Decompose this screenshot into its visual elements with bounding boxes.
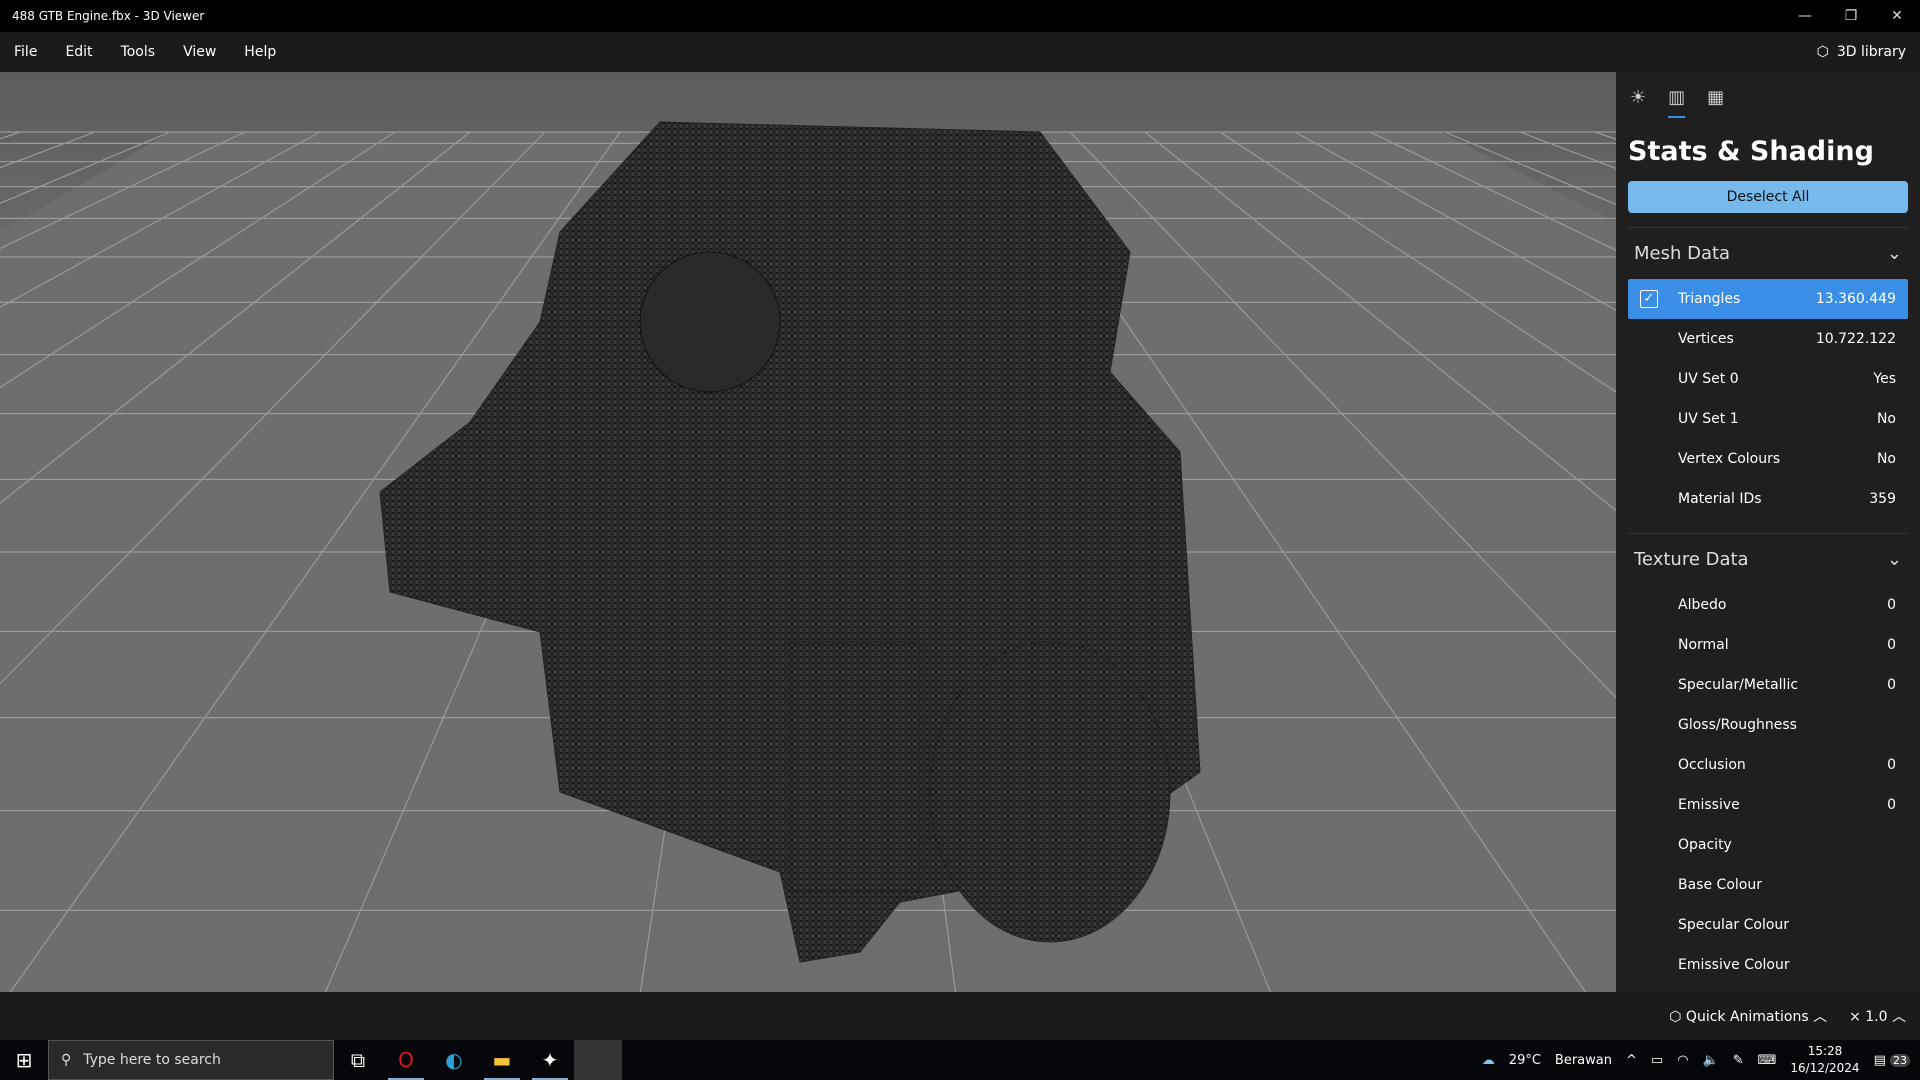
- stat-label: Vertices: [1678, 331, 1734, 347]
- stat-label: Specular/Metallic: [1678, 677, 1799, 693]
- taskbar-search-input[interactable]: ⚲ Type here to search: [48, 1040, 334, 1080]
- menu-view[interactable]: View: [169, 44, 230, 60]
- edge-icon[interactable]: ◐: [430, 1040, 478, 1080]
- chevron-down-icon: ⌄: [1886, 549, 1902, 570]
- windows-start-icon[interactable]: ⊞: [0, 1040, 48, 1080]
- menu-edit[interactable]: Edit: [51, 44, 106, 60]
- stat-value: 10.722.122: [1815, 331, 1896, 347]
- lighting-tab-sun-icon[interactable]: ☀: [1630, 87, 1646, 108]
- stat-row[interactable]: Gloss/Roughness: [1628, 705, 1908, 745]
- stats-tab-chart-icon[interactable]: ▥: [1668, 87, 1686, 118]
- rhino-icon[interactable]: ✦: [526, 1040, 574, 1080]
- file-explorer-icon[interactable]: ▬: [478, 1040, 526, 1080]
- opera-icon[interactable]: O: [382, 1040, 430, 1080]
- stat-label: Opacity: [1678, 837, 1732, 853]
- stat-row[interactable]: Normal 0: [1628, 625, 1908, 665]
- stat-label: UV Set 1: [1678, 411, 1739, 427]
- battery-icon[interactable]: ▭: [1651, 1053, 1663, 1068]
- stat-row[interactable]: Emissive 0: [1628, 785, 1908, 825]
- grid-floor: [0, 121, 1616, 992]
- chevron-down-icon: ⌄: [1886, 243, 1902, 264]
- stat-value: 0: [1887, 637, 1896, 653]
- stat-row[interactable]: Occlusion 0: [1628, 745, 1908, 785]
- search-icon: ⚲: [61, 1052, 72, 1068]
- stat-row[interactable]: Specular Colour: [1628, 905, 1908, 945]
- stat-row[interactable]: Emissive Colour: [1628, 945, 1908, 985]
- window-title: 488 GTB Engine.fbx - 3D Viewer: [12, 9, 205, 23]
- 3d-viewport[interactable]: [0, 72, 1616, 992]
- restore-button[interactable]: ❐: [1828, 8, 1874, 24]
- stat-value: No: [1876, 411, 1896, 427]
- menu-bar: File Edit Tools View Help ⬡ 3D library: [0, 32, 1920, 72]
- stat-row[interactable]: Vertices 10.722.122: [1628, 319, 1908, 359]
- stat-value: 0: [1887, 677, 1896, 693]
- grid-tab-icon[interactable]: ▦: [1707, 87, 1724, 108]
- clock[interactable]: 15:28 16/12/2024: [1790, 1043, 1859, 1077]
- stat-value: 0: [1887, 797, 1896, 813]
- quick-animations-button[interactable]: ⬡ Quick Animations ︿: [1669, 1006, 1827, 1026]
- cube-icon: ⬡: [1816, 44, 1829, 60]
- stat-row[interactable]: Material IDs 359: [1628, 479, 1908, 519]
- stat-label: Albedo: [1678, 597, 1727, 613]
- checkbox[interactable]: ✓: [1640, 290, 1658, 308]
- 3d-viewer-taskbar-icon[interactable]: [574, 1040, 622, 1080]
- stat-value: No: [1876, 451, 1896, 467]
- stat-value: 0: [1887, 597, 1896, 613]
- stat-label: Gloss/Roughness: [1678, 717, 1797, 733]
- stat-label: Triangles: [1678, 291, 1741, 307]
- deselect-all-button[interactable]: Deselect All: [1628, 181, 1908, 213]
- minimize-button[interactable]: —: [1782, 8, 1828, 24]
- stat-label: Occlusion: [1678, 757, 1746, 773]
- stat-label: Specular Colour: [1678, 917, 1790, 933]
- mesh-data-header[interactable]: Mesh Data ⌄: [1628, 227, 1908, 279]
- chevron-up-icon[interactable]: ^: [1626, 1053, 1637, 1068]
- notification-count: 23: [1890, 1053, 1910, 1067]
- stat-value: Yes: [1873, 371, 1896, 387]
- bottom-bar: ⬡ Quick Animations ︿ × 1.0 ︿: [0, 992, 1920, 1040]
- volume-icon[interactable]: 🔈: [1703, 1053, 1719, 1068]
- 3d-library-button[interactable]: ⬡ 3D library: [1817, 44, 1906, 60]
- stat-row[interactable]: ✓ Triangles 13.360.449: [1628, 279, 1908, 319]
- animation-cube-icon: ⬡: [1669, 1009, 1686, 1025]
- stat-label: Vertex Colours: [1678, 451, 1781, 467]
- task-view-icon[interactable]: ⧉: [334, 1040, 382, 1080]
- stat-row[interactable]: Opacity: [1628, 825, 1908, 865]
- stat-row[interactable]: UV Set 0 Yes: [1628, 359, 1908, 399]
- stat-row[interactable]: Base Colour: [1628, 865, 1908, 905]
- stat-label: UV Set 0: [1678, 371, 1739, 387]
- texture-data-header[interactable]: Texture Data ⌄: [1628, 533, 1908, 585]
- stat-label: Emissive: [1678, 797, 1740, 813]
- pen-icon[interactable]: ✎: [1733, 1053, 1744, 1068]
- stat-value: 359: [1869, 491, 1896, 507]
- stat-value: 0: [1887, 757, 1896, 773]
- close-button[interactable]: ✕: [1874, 8, 1920, 24]
- chevron-up-icon: ︿: [1892, 1009, 1906, 1025]
- stat-row[interactable]: Specular/Metallic 0: [1628, 665, 1908, 705]
- stat-label: Base Colour: [1678, 877, 1762, 893]
- menu-help[interactable]: Help: [230, 44, 290, 60]
- stat-row[interactable]: Albedo 0: [1628, 585, 1908, 625]
- keyboard-icon[interactable]: ⌨: [1758, 1053, 1777, 1068]
- stat-label: Emissive Colour: [1678, 957, 1790, 973]
- stat-label: Material IDs: [1678, 491, 1762, 507]
- chevron-up-icon: ︿: [1813, 1009, 1828, 1025]
- weather-cloud-icon[interactable]: ☁: [1482, 1053, 1495, 1068]
- stat-row[interactable]: UV Set 1 No: [1628, 399, 1908, 439]
- speed-button[interactable]: × 1.0 ︿: [1849, 1006, 1906, 1026]
- menu-tools[interactable]: Tools: [107, 44, 170, 60]
- stat-row[interactable]: Vertex Colours No: [1628, 439, 1908, 479]
- stat-label: Normal: [1678, 637, 1729, 653]
- wifi-icon[interactable]: ◠: [1677, 1053, 1688, 1068]
- panel-title: Stats & Shading: [1628, 136, 1874, 167]
- stats-panel: ☀ ▥ ▦ Stats & Shading Deselect All Mesh …: [1616, 72, 1920, 992]
- stat-value: 13.360.449: [1815, 291, 1896, 307]
- notifications-icon[interactable]: ▤ 23: [1874, 1053, 1910, 1068]
- menu-file[interactable]: File: [0, 44, 51, 60]
- title-bar: 488 GTB Engine.fbx - 3D Viewer — ❐ ✕: [0, 0, 1920, 32]
- taskbar: ⊞ ⚲ Type here to search ⧉ O ◐ ▬ ✦ ☁ 29°C …: [0, 1040, 1920, 1080]
